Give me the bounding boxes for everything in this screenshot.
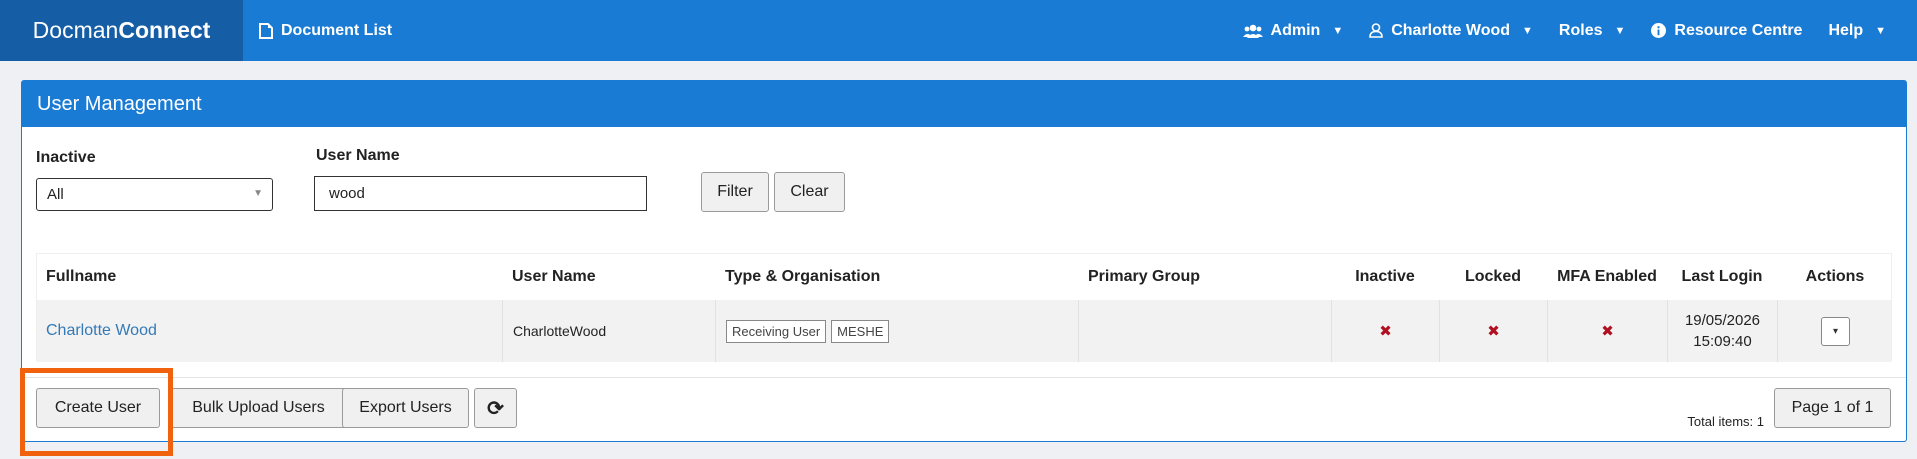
col-primary-group[interactable]: Primary Group <box>1088 254 1200 300</box>
locked-x-icon: ✖ <box>1487 323 1500 340</box>
inactive-label: Inactive <box>36 149 96 166</box>
brand-part2: Connect <box>118 17 211 43</box>
brand-logo[interactable]: Docman Connect <box>0 0 243 61</box>
users-table: Fullname User Name Type & Organisation P… <box>36 253 1892 362</box>
chevron-down-icon: ▾ <box>1832 325 1839 337</box>
col-locked[interactable]: Locked <box>1439 254 1547 300</box>
col-inactive[interactable]: Inactive <box>1331 254 1439 300</box>
col-type-organisation[interactable]: Type & Organisation <box>725 254 880 300</box>
type-tag: Receiving User <box>726 319 827 343</box>
user-management-panel: User Management Inactive User Name All ▼… <box>21 80 1907 442</box>
document-icon <box>259 22 273 39</box>
top-navbar: Docman Connect Document List Admin ▼ Cha… <box>0 0 1917 61</box>
col-mfa-enabled[interactable]: MFA Enabled <box>1547 254 1667 300</box>
export-users-button[interactable]: Export Users <box>342 388 469 428</box>
user-type-org: Receiving User MESHE <box>715 300 1078 362</box>
pagination-button[interactable]: Page 1 of 1 <box>1774 388 1891 428</box>
nav-document-list-label: Document List <box>281 21 393 39</box>
chevron-down-icon: ▼ <box>1522 24 1533 37</box>
bulk-upload-users-button[interactable]: Bulk Upload Users <box>169 388 348 428</box>
nav-help-label: Help <box>1828 21 1864 39</box>
row-actions-button[interactable]: ▾ <box>1821 316 1850 346</box>
clear-button[interactable]: Clear <box>774 172 845 212</box>
users-icon <box>1242 24 1263 38</box>
username-input[interactable] <box>314 176 647 211</box>
nav-resource-centre[interactable]: Resource Centre <box>1638 0 1815 61</box>
last-login-date: 19/05/2026 <box>1684 312 1761 329</box>
nav-admin-label: Admin <box>1270 21 1321 39</box>
user-fullname-link[interactable]: Charlotte Wood <box>46 322 157 340</box>
nav-admin-dropdown[interactable]: Admin ▼ <box>1230 0 1357 61</box>
table-header: Fullname User Name Type & Organisation P… <box>37 254 1891 300</box>
create-user-button[interactable]: Create User <box>36 388 160 428</box>
inactive-x-icon: ✖ <box>1379 323 1392 340</box>
chevron-down-icon: ▼ <box>1614 24 1626 37</box>
nav-document-list[interactable]: Document List <box>243 0 408 61</box>
user-last-login: 19/05/2026 15:09:40 <box>1667 300 1777 362</box>
last-login-time: 15:09:40 <box>1693 333 1752 350</box>
nav-user-dropdown[interactable]: Charlotte Wood ▼ <box>1356 0 1546 61</box>
username-label: User Name <box>316 147 400 164</box>
nav-roles-label: Roles <box>1558 21 1603 39</box>
user-icon <box>1369 23 1384 38</box>
refresh-icon: ⟳ <box>487 397 504 420</box>
user-username: CharlotteWood <box>502 300 715 362</box>
filter-button[interactable]: Filter <box>701 172 769 212</box>
org-tag: MESHE <box>831 319 890 343</box>
nav-roles-dropdown[interactable]: Roles ▼ <box>1546 0 1638 61</box>
inactive-select-value: All <box>47 186 64 203</box>
panel-title: User Management <box>22 81 1906 127</box>
chevron-down-icon: ▼ <box>253 188 263 199</box>
refresh-button[interactable]: ⟳ <box>474 388 517 428</box>
inactive-select[interactable]: All ▼ <box>36 178 273 211</box>
info-icon <box>1651 23 1667 38</box>
table-row: Charlotte Wood CharlotteWood Receiving U… <box>37 300 1891 362</box>
chevron-down-icon: ▼ <box>1332 24 1344 37</box>
nav-help-dropdown[interactable]: Help ▼ <box>1815 0 1899 61</box>
col-last-login[interactable]: Last Login <box>1667 254 1777 300</box>
nav-resource-centre-label: Resource Centre <box>1674 21 1803 39</box>
total-items: Total items: 1 <box>1687 413 1764 429</box>
chevron-down-icon: ▼ <box>1875 24 1886 37</box>
footer-divider <box>22 377 1906 378</box>
nav-user-label: Charlotte Wood <box>1391 21 1511 39</box>
mfa-x-icon: ✖ <box>1601 323 1614 340</box>
col-actions: Actions <box>1805 268 1865 285</box>
col-fullname[interactable]: Fullname <box>46 254 116 300</box>
user-primary-group <box>1078 300 1331 362</box>
col-username[interactable]: User Name <box>512 254 596 300</box>
brand-part1: Docman <box>32 17 119 43</box>
